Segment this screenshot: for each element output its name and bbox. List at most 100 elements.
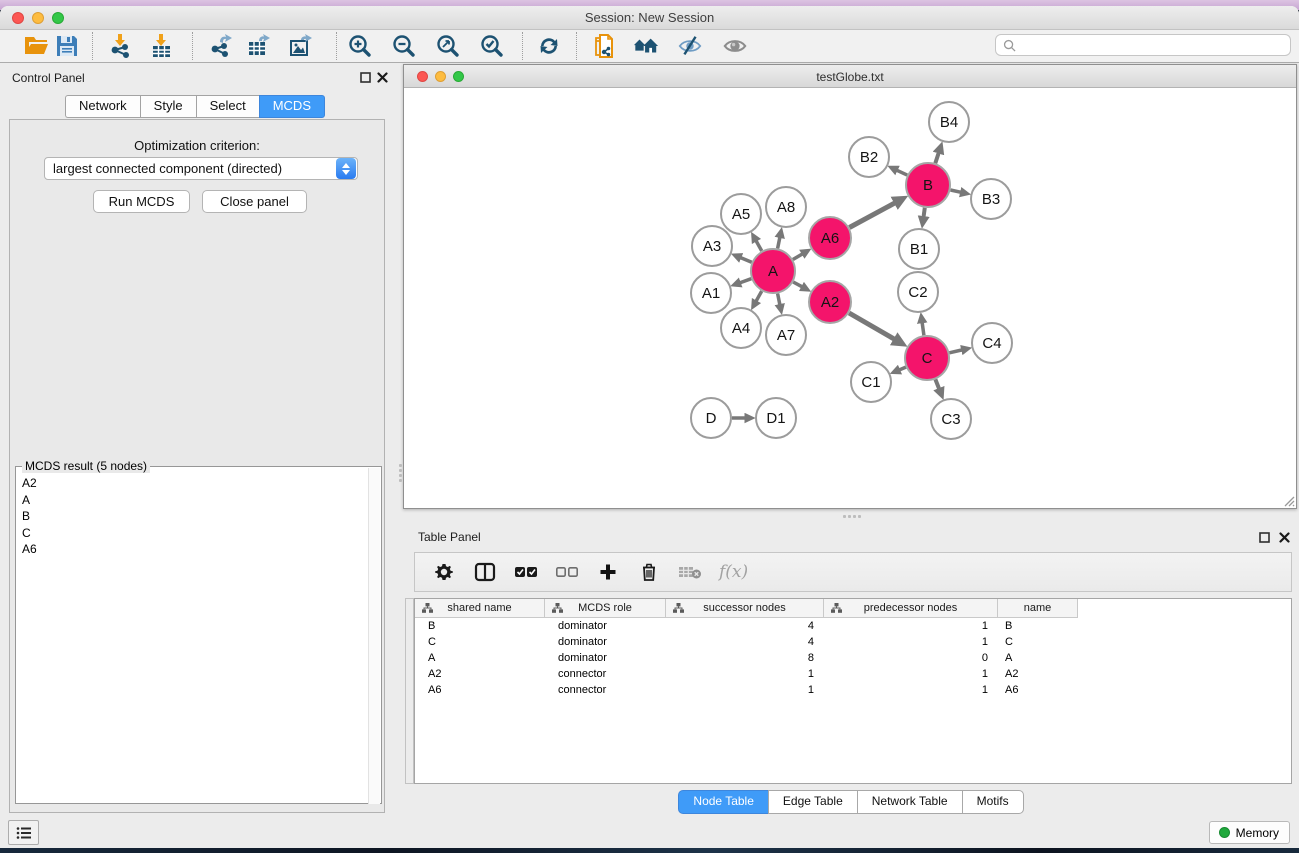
column-header-predecessor-nodes[interactable]: predecessor nodes <box>824 599 998 618</box>
export-table-icon[interactable] <box>246 33 272 59</box>
cell-MCDS-role[interactable]: dominator <box>545 620 666 632</box>
horizontal-splitter-grip[interactable] <box>843 514 865 518</box>
run-mcds-button[interactable]: Run MCDS <box>93 190 190 213</box>
tab-motifs[interactable]: Motifs <box>962 790 1024 814</box>
cell-shared-name[interactable]: B <box>415 620 545 632</box>
cell-predecessor-nodes[interactable]: 1 <box>824 668 998 680</box>
hide-eye-icon[interactable] <box>677 33 703 59</box>
cell-name[interactable]: A <box>998 652 1078 664</box>
cell-shared-name[interactable]: C <box>415 636 545 648</box>
tab-style[interactable]: Style <box>140 95 196 118</box>
cell-MCDS-role[interactable]: connector <box>545 668 666 680</box>
network-window-titlebar[interactable]: testGlobe.txt <box>404 65 1296 88</box>
column-header-MCDS-role[interactable]: MCDS role <box>545 599 666 618</box>
cell-name[interactable]: B <box>998 620 1078 632</box>
table-row[interactable]: A6connector11A6 <box>415 682 1291 698</box>
edge-B-B4[interactable] <box>935 153 938 163</box>
cell-successor-nodes[interactable]: 4 <box>666 620 824 632</box>
open-session-icon[interactable] <box>23 33 49 59</box>
cell-name[interactable]: C <box>998 636 1078 648</box>
close-panel-button[interactable]: Close panel <box>202 190 307 213</box>
home-icon[interactable] <box>633 33 659 59</box>
tab-select[interactable]: Select <box>196 95 259 118</box>
table-row[interactable]: Cdominator41C <box>415 634 1291 650</box>
close-panel-icon[interactable] <box>377 70 390 83</box>
edge-B-B1[interactable] <box>924 208 925 217</box>
import-network-icon[interactable] <box>108 33 134 59</box>
close-table-panel-icon[interactable] <box>1279 530 1292 543</box>
result-item[interactable]: A2 <box>17 475 369 492</box>
add-column-icon[interactable] <box>596 560 620 584</box>
cell-predecessor-nodes[interactable]: 1 <box>824 684 998 696</box>
result-item[interactable]: A <box>17 492 369 509</box>
resize-grip-icon[interactable] <box>1281 493 1295 507</box>
float-panel-icon[interactable] <box>360 70 373 83</box>
table-row[interactable]: Bdominator41B <box>415 618 1291 634</box>
edge-A-A4[interactable] <box>756 291 761 301</box>
search-input[interactable] <box>1021 38 1271 52</box>
column-header-shared-name[interactable]: shared name <box>415 599 545 618</box>
tab-network-table[interactable]: Network Table <box>857 790 962 814</box>
edge-C-C3[interactable] <box>935 379 939 388</box>
edge-A6-B[interactable] <box>849 203 894 227</box>
cell-name[interactable]: A6 <box>998 684 1078 696</box>
export-image-icon[interactable] <box>288 33 314 59</box>
cell-MCDS-role[interactable]: connector <box>545 684 666 696</box>
save-session-icon[interactable] <box>54 33 80 59</box>
result-item[interactable]: C <box>17 525 369 542</box>
vertical-splitter-grip[interactable] <box>398 464 402 486</box>
cell-predecessor-nodes[interactable]: 0 <box>824 652 998 664</box>
tab-mcds[interactable]: MCDS <box>259 95 325 118</box>
cell-successor-nodes[interactable]: 1 <box>666 684 824 696</box>
cell-shared-name[interactable]: A <box>415 652 545 664</box>
edge-A-A5[interactable] <box>756 241 761 251</box>
zoom-out-icon[interactable] <box>391 33 417 59</box>
edge-B-B2[interactable] <box>897 170 907 175</box>
export-network-icon[interactable] <box>208 33 234 59</box>
edge-C-C4[interactable] <box>949 350 961 353</box>
show-eye-icon[interactable] <box>722 33 748 59</box>
cell-successor-nodes[interactable]: 8 <box>666 652 824 664</box>
cell-MCDS-role[interactable]: dominator <box>545 652 666 664</box>
float-table-panel-icon[interactable] <box>1259 530 1272 543</box>
cell-shared-name[interactable]: A2 <box>415 668 545 680</box>
console-button[interactable] <box>8 820 39 845</box>
edge-A-A3[interactable] <box>741 258 752 263</box>
edge-A-A2[interactable] <box>793 282 802 287</box>
import-table-icon[interactable] <box>149 33 175 59</box>
cell-MCDS-role[interactable]: dominator <box>545 636 666 648</box>
cell-successor-nodes[interactable]: 4 <box>666 636 824 648</box>
cell-name[interactable]: A2 <box>998 668 1078 680</box>
result-item[interactable]: B <box>17 508 369 525</box>
deselect-all-icon[interactable] <box>555 560 579 584</box>
document-network-icon[interactable] <box>592 33 618 59</box>
split-columns-icon[interactable] <box>473 560 497 584</box>
zoom-selected-icon[interactable] <box>479 33 505 59</box>
apply-layout-icon[interactable] <box>536 33 562 59</box>
table-row[interactable]: A2connector11A2 <box>415 666 1291 682</box>
result-scrollbar[interactable] <box>368 468 380 804</box>
column-header-successor-nodes[interactable]: successor nodes <box>666 599 824 618</box>
optimization-criterion-dropdown[interactable]: largest connected component (directed) <box>44 157 358 180</box>
cell-predecessor-nodes[interactable]: 1 <box>824 620 998 632</box>
table-row[interactable]: Adominator80A <box>415 650 1291 666</box>
zoom-fit-icon[interactable] <box>435 33 461 59</box>
result-item[interactable]: A6 <box>17 541 369 558</box>
edge-B-B3[interactable] <box>951 190 961 192</box>
cell-shared-name[interactable]: A6 <box>415 684 545 696</box>
column-header-name[interactable]: name <box>998 599 1078 618</box>
tab-network[interactable]: Network <box>65 95 140 118</box>
edge-A-A8[interactable] <box>778 238 780 249</box>
edge-A-A1[interactable] <box>740 279 751 283</box>
gear-icon[interactable] <box>432 560 456 584</box>
select-all-icon[interactable] <box>514 560 538 584</box>
network-graph[interactable]: B4B2BB3A8A5A6A3B1AC2A1A2A4A7C4CC1DD1C3 <box>404 88 1296 508</box>
delete-column-icon[interactable] <box>637 560 661 584</box>
edge-C-C1[interactable] <box>900 367 906 370</box>
memory-button[interactable]: Memory <box>1209 821 1290 844</box>
zoom-in-icon[interactable] <box>347 33 373 59</box>
edge-A2-C[interactable] <box>849 313 894 339</box>
edge-A-A7[interactable] <box>778 294 780 305</box>
search-field[interactable] <box>995 34 1291 56</box>
cell-predecessor-nodes[interactable]: 1 <box>824 636 998 648</box>
